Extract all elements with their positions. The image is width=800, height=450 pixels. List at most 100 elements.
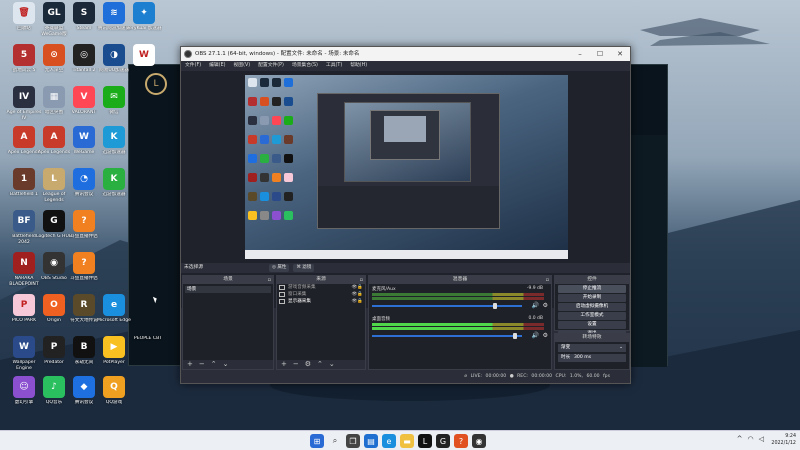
gear-icon[interactable]: ⚙ xyxy=(543,302,548,309)
move-down-button[interactable]: ⌄ xyxy=(223,360,229,369)
widgets-icon[interactable]: ▤ xyxy=(364,434,378,448)
preview-nested-obs xyxy=(317,93,500,229)
chevron-up-icon[interactable]: ^ xyxy=(737,435,743,443)
menu-item[interactable]: 视图(V) xyxy=(233,61,250,71)
move-up-button[interactable]: ⌃ xyxy=(317,360,323,369)
source-item[interactable]: 游戏音频采集 👁🔒 xyxy=(277,284,365,291)
preview-icon xyxy=(284,154,293,163)
file-explorer-icon[interactable]: ▬ xyxy=(400,434,414,448)
dock-menu-icon[interactable]: ▫ xyxy=(268,276,271,284)
preview-icon xyxy=(284,211,293,220)
search-icon[interactable]: ⌕ xyxy=(328,434,342,448)
dock-menu-icon[interactable]: ▫ xyxy=(360,276,363,284)
desktop-icon[interactable]: ✦ VeryKuai 加速器 xyxy=(126,2,162,32)
sources-panel: 来源 ▫ 游戏音频采集 👁🔒 窗口采集 👁🔒 显示器采集 👁🔒 + − ⚙ ⌃ ⌄ xyxy=(276,275,366,370)
start-virtual-camera-button[interactable]: 启动虚拟摄像机 xyxy=(558,303,626,311)
app-icon: S xyxy=(73,2,95,24)
wegame-icon[interactable]: G xyxy=(436,434,450,448)
speaker-icon[interactable]: 🔊 xyxy=(532,332,539,339)
app-icon: ? xyxy=(73,252,95,274)
add-scene-button[interactable]: + xyxy=(187,360,193,369)
menu-item[interactable]: 文件(F) xyxy=(185,61,201,71)
transitions-title: 转场特效 xyxy=(582,335,602,340)
app-icon: W xyxy=(133,44,155,66)
preview-canvas[interactable] xyxy=(245,75,568,259)
desktop-icon[interactable]: ✉ 微信 xyxy=(96,86,132,116)
desktop-icon[interactable]: W xyxy=(126,44,162,68)
remove-source-button[interactable]: − xyxy=(293,360,299,369)
minimize-icon[interactable]: – xyxy=(570,47,590,61)
obs-title-bar[interactable]: OBS 27.1.1 (64-bit, windows) - 配置文件: 未命名… xyxy=(181,47,630,61)
dock-menu-icon[interactable]: ▫ xyxy=(546,276,549,284)
chevron-down-icon: ⌄ xyxy=(619,345,623,350)
settings-button[interactable]: 设置 xyxy=(558,321,626,329)
app-icon: B xyxy=(73,336,95,358)
preview-icon xyxy=(284,97,293,106)
duration-field[interactable]: 时长 300 ms xyxy=(558,354,626,362)
douyu-icon[interactable]: ? xyxy=(454,434,468,448)
menu-item[interactable]: 场景集合(S) xyxy=(292,61,318,71)
preview-icon xyxy=(260,97,269,106)
stop-streaming-button[interactable]: 停止推流 xyxy=(558,285,626,293)
source-item[interactable]: 窗口采集 👁🔒 xyxy=(277,291,365,298)
menu-item[interactable]: 工具(T) xyxy=(326,61,342,71)
preview-icon xyxy=(272,173,281,182)
taskbar-clock[interactable]: 9:24 2022/1/12 xyxy=(771,433,796,447)
scene-item[interactable]: 场景 xyxy=(185,286,271,293)
visibility-eye-icon[interactable]: 👁🔒 xyxy=(352,291,363,298)
desktop-icon[interactable]: PEOPLE CBT xyxy=(126,336,170,342)
menu-item[interactable]: 帮助(H) xyxy=(350,61,367,71)
speaker-icon[interactable]: 🔊 xyxy=(532,302,539,309)
gear-icon[interactable]: ⚙ xyxy=(543,332,548,339)
edge-icon[interactable]: e xyxy=(382,434,396,448)
desktop-icon[interactable]: e Microsoft Edge xyxy=(96,294,132,324)
source-item[interactable]: 显示器采集 👁🔒 xyxy=(277,298,365,305)
desktop-icon[interactable]: Q QQ游戏 xyxy=(96,376,132,406)
start-recording-button[interactable]: 开始录制 xyxy=(558,294,626,302)
maximize-icon[interactable]: ☐ xyxy=(590,47,610,61)
move-down-button[interactable]: ⌄ xyxy=(329,360,335,369)
visibility-eye-icon[interactable]: 👁🔒 xyxy=(352,298,363,305)
app-icon: ▦ xyxy=(43,86,65,108)
task-view-icon[interactable]: ❐ xyxy=(346,434,360,448)
add-source-button[interactable]: + xyxy=(281,360,287,369)
preview-icon xyxy=(272,78,281,87)
studio-mode-button[interactable]: 工作室模式 xyxy=(558,312,626,320)
obs-window[interactable]: OBS 27.1.1 (64-bit, windows) - 配置文件: 未命名… xyxy=(180,46,631,384)
volume-slider[interactable] xyxy=(372,335,522,337)
source-settings-icon[interactable]: ⚙ xyxy=(305,360,311,369)
volume-slider[interactable] xyxy=(372,305,522,307)
app-icon: ≋ xyxy=(103,2,125,24)
app-icon: ☺ xyxy=(13,376,35,398)
menu-item[interactable]: 编辑(E) xyxy=(209,61,225,71)
properties-button[interactable]: ◎ 属性 xyxy=(269,264,290,272)
preview-icon xyxy=(260,211,269,220)
desktop-icon[interactable]: ? 斗鱼直播伴侣 xyxy=(66,210,102,240)
filters-button[interactable]: ⌘ 滤镜 xyxy=(293,264,315,272)
desktop-icon[interactable]: K 迅游加速器 xyxy=(96,126,132,156)
volume-slider-knob[interactable] xyxy=(512,333,517,339)
app-icon: IV xyxy=(13,86,35,108)
league-icon[interactable]: L xyxy=(418,434,432,448)
obs-app-icon xyxy=(184,50,192,58)
app-icon: 1 xyxy=(13,168,35,190)
close-icon[interactable]: ✕ xyxy=(610,47,630,61)
obs-status-bar: ⌀ LIVE: 00:00:00 ● REC: 00:00:00 CPU: 1.… xyxy=(181,371,630,383)
volume-slider-knob[interactable] xyxy=(493,303,497,309)
preview-taskbar xyxy=(245,250,568,259)
start-icon[interactable]: ⊞ xyxy=(310,434,324,448)
remove-scene-button[interactable]: − xyxy=(199,360,205,369)
speaker-icon[interactable]: ◁ xyxy=(759,435,764,443)
desktop-icon[interactable]: ? 斗鱼直播伴侣 xyxy=(66,252,102,282)
preview-icon xyxy=(248,211,257,220)
preview-icon xyxy=(248,192,257,201)
transition-select[interactable]: 渐变 ⌄ xyxy=(558,344,626,352)
move-up-button[interactable]: ⌃ xyxy=(211,360,217,369)
menu-item[interactable]: 配置文件(P) xyxy=(258,61,284,71)
app-icon: GL xyxy=(43,2,65,24)
app-icon: ⊙ xyxy=(43,44,65,66)
desktop-icon[interactable]: K 迅游加速器 xyxy=(96,168,132,198)
visibility-eye-icon[interactable]: 👁🔒 xyxy=(352,284,363,291)
obs-icon[interactable]: ◉ xyxy=(472,434,486,448)
wifi-icon[interactable]: ◠ xyxy=(748,435,754,443)
